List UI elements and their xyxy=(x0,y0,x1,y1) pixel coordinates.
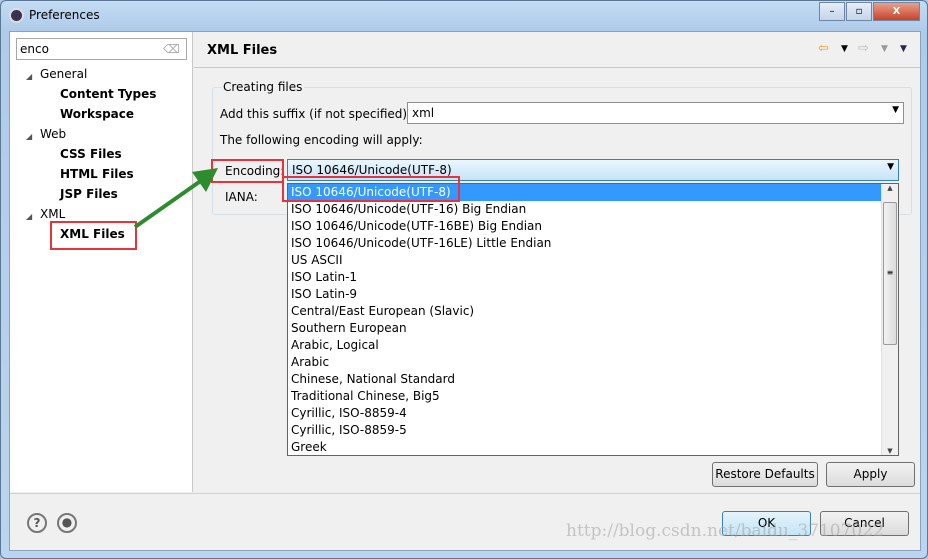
footer-separator xyxy=(10,493,920,494)
scroll-down-icon[interactable]: ▼ xyxy=(882,447,898,455)
dropdown-option[interactable]: Cyrillic, ISO-8859-5 xyxy=(288,422,898,439)
collapse-icon[interactable]: ◢ xyxy=(26,72,32,81)
annotation-arrow-icon xyxy=(133,168,218,229)
app-icon xyxy=(9,8,24,23)
dropdown-option[interactable]: Chinese, National Standard xyxy=(288,371,898,388)
scroll-up-icon[interactable]: ▲ xyxy=(882,184,898,192)
suffix-value: xml xyxy=(412,106,435,120)
tree-item-css-files[interactable]: CSS Files xyxy=(60,147,122,161)
restore-defaults-button[interactable]: Restore Defaults xyxy=(712,462,818,487)
dropdown-option[interactable]: Traditional Chinese, Big5 xyxy=(288,388,898,405)
dropdown-option[interactable]: Central/East European (Slavic) xyxy=(288,303,898,320)
forward-icon[interactable]: ⇨ xyxy=(858,41,869,56)
dropdown-option[interactable]: Cyrillic, ISO-8859-4 xyxy=(288,405,898,422)
dropdown-option[interactable]: Arabic xyxy=(288,354,898,371)
tree-item-general[interactable]: General xyxy=(40,67,87,81)
encoding-dropdown-list: ISO 10646/Unicode(UTF-8) ISO 10646/Unicod… xyxy=(287,183,899,456)
highlight-box xyxy=(211,159,284,183)
dropdown-option[interactable]: ISO 10646/Unicode(UTF-16LE) Little Endia… xyxy=(288,235,898,252)
dropdown-option[interactable]: US ASCII xyxy=(288,252,898,269)
group-title: Creating files xyxy=(221,80,305,94)
scrollbar[interactable]: ▲ ≡ ▼ xyxy=(881,184,898,455)
close-button[interactable]: X xyxy=(873,2,920,21)
dropdown-option[interactable]: Arabic, Logical xyxy=(288,337,898,354)
dropdown-option[interactable]: Southern European xyxy=(288,320,898,337)
tree-item-xml[interactable]: XML xyxy=(40,207,65,221)
suffix-label: Add this suffix (if not specified): xyxy=(220,107,412,121)
forward-menu-icon[interactable]: ▼ xyxy=(881,44,888,54)
header-separator xyxy=(194,67,920,68)
tree-item-content-types[interactable]: Content Types xyxy=(60,87,156,101)
highlight-box xyxy=(50,221,137,250)
help-icon[interactable]: ? xyxy=(27,513,47,533)
suffix-select[interactable]: xml ▼ xyxy=(407,102,904,124)
window-title: Preferences xyxy=(29,8,100,22)
dropdown-option[interactable]: ISO Latin-1 xyxy=(288,269,898,286)
tree-item-workspace[interactable]: Workspace xyxy=(60,107,134,121)
collapse-icon[interactable]: ◢ xyxy=(26,212,32,221)
apply-button[interactable]: Apply xyxy=(826,462,915,487)
record-icon[interactable]: ● xyxy=(57,513,77,533)
dropdown-option[interactable]: ISO Latin-9 xyxy=(288,286,898,303)
minimize-button[interactable]: – xyxy=(819,2,845,21)
page-title: XML Files xyxy=(207,43,278,58)
dropdown-option[interactable]: ISO 10646/Unicode(UTF-16BE) Big Endian xyxy=(288,218,898,235)
view-menu-icon[interactable]: ▼ xyxy=(900,44,907,54)
chevron-down-icon: ▼ xyxy=(892,105,899,115)
back-icon[interactable]: ⇦ xyxy=(818,41,829,56)
collapse-icon[interactable]: ◢ xyxy=(26,132,32,141)
tree-item-web[interactable]: Web xyxy=(40,127,66,141)
dialog-body: enco ⌫ ◢ General Content Types Workspace … xyxy=(9,31,921,551)
tree-item-html-files[interactable]: HTML Files xyxy=(60,167,134,181)
preferences-window: Preferences – ▫ X enco ⌫ ◢ General Conten… xyxy=(0,0,928,559)
filter-value: enco xyxy=(20,42,49,56)
tree-item-jsp-files[interactable]: JSP Files xyxy=(60,187,118,201)
preference-tree-panel: enco ⌫ ◢ General Content Types Workspace … xyxy=(10,32,193,492)
highlight-box xyxy=(282,176,460,202)
clear-icon[interactable]: ⌫ xyxy=(163,42,180,56)
restore-button[interactable]: ▫ xyxy=(846,2,872,21)
encoding-note: The following encoding will apply: xyxy=(220,133,423,147)
chevron-down-icon: ▼ xyxy=(887,162,894,172)
filter-input[interactable]: enco ⌫ xyxy=(16,38,187,60)
back-menu-icon[interactable]: ▼ xyxy=(841,44,848,54)
watermark: http://blog.csdn.net/baidu_37107022 xyxy=(566,521,884,541)
dropdown-option[interactable]: Greek xyxy=(288,439,898,455)
encoding-value: ISO 10646/Unicode(UTF-8) xyxy=(292,163,452,177)
scrollbar-thumb[interactable]: ≡ xyxy=(883,202,897,345)
dropdown-option[interactable]: ISO 10646/Unicode(UTF-16) Big Endian xyxy=(288,201,898,218)
iana-label: IANA: xyxy=(225,190,258,204)
